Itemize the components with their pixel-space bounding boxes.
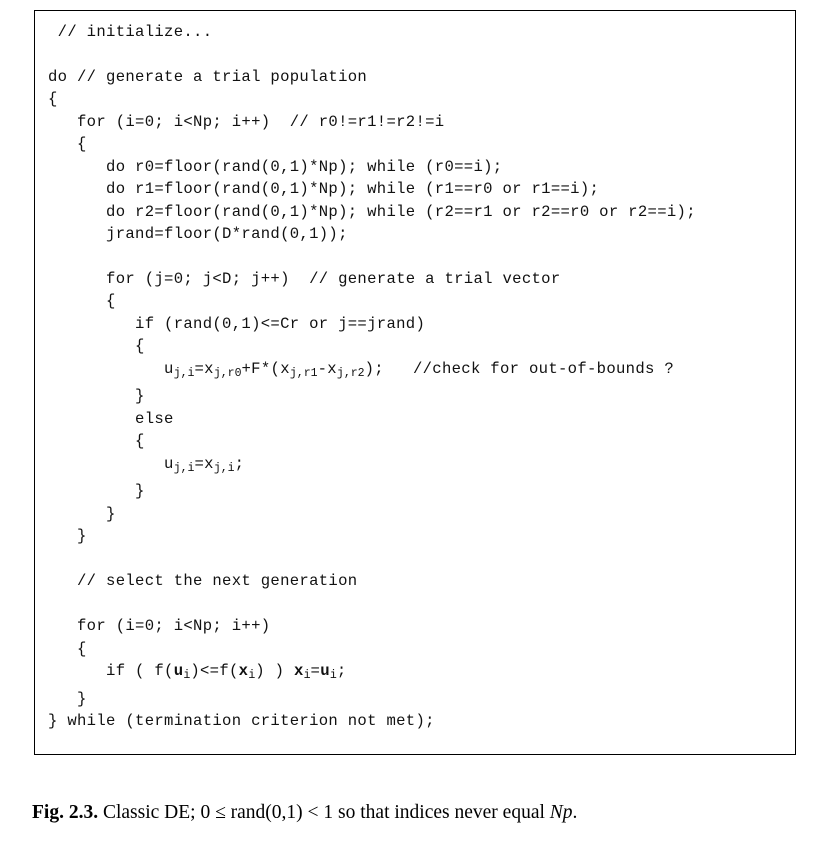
line-for-j: for (j=0; j<D; j++) // generate a trial … <box>48 269 561 288</box>
line-close-brace-3: } <box>48 504 116 523</box>
figure-caption-text-after: . <box>572 802 578 823</box>
line-blank-3 <box>48 548 789 570</box>
line-else: else <box>48 409 174 428</box>
line-comment-select: // select the next generation <box>48 572 358 591</box>
line-for-i-inner: for (i=0; i<Np; i++) <box>48 617 271 636</box>
line-open-brace-6: { <box>48 639 87 658</box>
pseudocode-figure-box: // initialize... do // generate a trial p… <box>34 10 796 755</box>
line-close-brace-6: } <box>48 689 87 708</box>
line-if-cr: if (rand(0,1)<=Cr or j==jrand) <box>48 314 426 333</box>
pseudocode-listing: // initialize... do // generate a trial p… <box>48 21 789 733</box>
line-blank-2 <box>48 246 789 268</box>
line-open-brace-4: { <box>48 337 145 356</box>
line-do-r0: do r0=floor(rand(0,1)*Np); while (r0==i)… <box>48 157 503 176</box>
line-close-brace-2: } <box>48 527 87 546</box>
line-while: } while (termination criterion not met); <box>48 712 435 731</box>
figure-caption-text-before: Classic DE; 0 ≤ rand(0,1) < 1 so that in… <box>98 802 550 823</box>
line-mutation: uj,i=xj,r0+F*(xj,r1-xj,r2); //check for … <box>48 359 675 380</box>
line-do: do // generate a trial population <box>48 67 368 86</box>
figure-caption-label: Fig. 2.3. <box>32 802 99 823</box>
line-do-r1: do r1=floor(rand(0,1)*Np); while (r1==r0… <box>48 180 600 199</box>
line-close-brace-5: } <box>48 482 145 501</box>
line-do-r2: do r2=floor(rand(0,1)*Np); while (r2==r1… <box>48 202 696 221</box>
line-open-brace-3: { <box>48 292 116 311</box>
line-blank-1 <box>48 43 789 65</box>
figure-caption-italic-term: Np <box>549 802 573 823</box>
line-open-brace-1: { <box>48 90 58 109</box>
line-blank-4 <box>48 593 789 615</box>
line-for-i-outer: for (i=0; i<Np; i++) // r0!=r1!=r2!=i <box>48 112 445 131</box>
line-close-brace-4: } <box>48 387 145 406</box>
line-open-brace-5: { <box>48 432 145 451</box>
line-copy: uj,i=xj,i; <box>48 454 245 476</box>
figure-caption: Fig. 2.3. Classic DE; 0 ≤ rand(0,1) < 1 … <box>32 800 792 826</box>
line-open-brace-2: { <box>48 135 87 154</box>
line-jrand: jrand=floor(D*rand(0,1)); <box>48 225 348 244</box>
line-initialize: // initialize... <box>48 23 213 41</box>
line-selection: if ( f(ui)<=f(xi) ) xi=ui; <box>48 662 347 683</box>
